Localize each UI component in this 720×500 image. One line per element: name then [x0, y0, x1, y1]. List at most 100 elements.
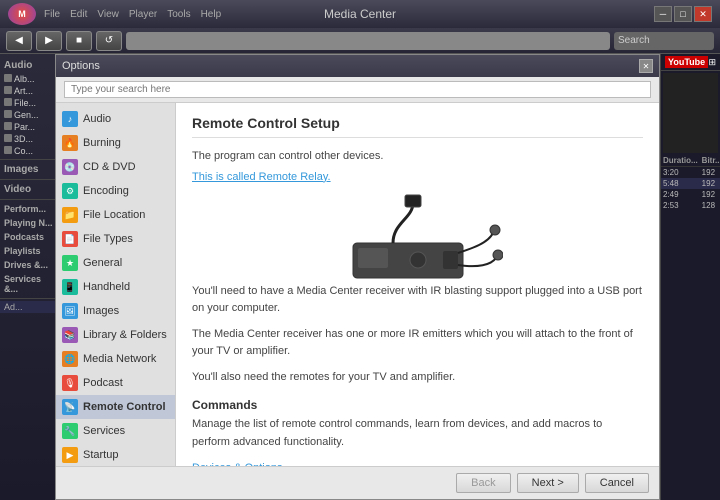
- sidebar-video-label: Video: [0, 182, 61, 197]
- thumbnail-area: [663, 73, 718, 153]
- sidebar-perform-label: Perform...: [0, 202, 61, 216]
- options-title: Options: [62, 60, 100, 72]
- nav-item-remote-control[interactable]: 📡 Remote Control: [56, 395, 175, 419]
- nav-item-file-types[interactable]: 📄 File Types: [56, 227, 175, 251]
- menu-player[interactable]: Player: [129, 9, 157, 20]
- options-content: Remote Control Setup The program can con…: [176, 103, 659, 466]
- window-title: Media Center: [324, 7, 396, 21]
- duration-table: Duratio... Bitr... 3:20 192 5:48 192 2:4…: [661, 155, 720, 211]
- back-nav-button[interactable]: ◀: [6, 31, 32, 51]
- sidebar-services-label: Services &...: [0, 272, 61, 296]
- options-body: ♪ Audio 🔥 Burning 💿 CD & DVD ⚙ Encoding …: [56, 103, 659, 466]
- content-para-2: The Media Center receiver has one or mor…: [192, 326, 643, 361]
- ir-device-svg: [333, 193, 503, 283]
- duration-2: 5:48: [661, 178, 700, 189]
- commands-desc: Manage the list of remote control comman…: [192, 416, 643, 451]
- forward-nav-button[interactable]: ▶: [36, 31, 62, 51]
- nav-item-file-location[interactable]: 📁 File Location: [56, 203, 175, 227]
- content-para-3: You'll also need the remotes for your TV…: [192, 369, 643, 387]
- sidebar-item-add[interactable]: Ad...: [0, 301, 61, 313]
- nav-item-general[interactable]: ★ General: [56, 251, 175, 275]
- bitrate-4: 128: [700, 200, 720, 211]
- sidebar-item-gen[interactable]: Gen...: [0, 109, 61, 121]
- sidebar-item-art[interactable]: Art...: [0, 85, 61, 97]
- maximize-button[interactable]: □: [674, 6, 692, 22]
- nav-item-images[interactable]: 🖼 Images: [56, 299, 175, 323]
- cd-icon: 💿: [62, 159, 78, 175]
- next-button[interactable]: Next >: [517, 473, 579, 493]
- options-nav: ♪ Audio 🔥 Burning 💿 CD & DVD ⚙ Encoding …: [56, 103, 176, 466]
- window-controls: ─ □ ✕: [654, 6, 712, 22]
- nav-item-podcast[interactable]: 🎙 Podcast: [56, 371, 175, 395]
- sidebar-audio-label: Audio: [0, 58, 61, 73]
- nav-item-services[interactable]: 🔧 Services: [56, 419, 175, 443]
- duration-4: 2:53: [661, 200, 700, 211]
- menu-tools[interactable]: Tools: [167, 9, 190, 20]
- options-close-button[interactable]: ✕: [639, 59, 653, 73]
- title-bar: M File Edit View Player Tools Help Media…: [0, 0, 720, 28]
- nav-item-burning[interactable]: 🔥 Burning: [56, 131, 175, 155]
- nav-item-cd-dvd[interactable]: 💿 CD & DVD: [56, 155, 175, 179]
- menu-edit[interactable]: Edit: [70, 9, 87, 20]
- menu-file[interactable]: File: [44, 9, 60, 20]
- commands-header: Commands: [192, 398, 643, 412]
- ir-device-image: [333, 193, 503, 273]
- refresh-nav-button[interactable]: ↺: [96, 31, 122, 51]
- sidebar-playing-label: Playing N...: [0, 216, 61, 230]
- relay-link[interactable]: This is called Remote Relay.: [192, 171, 331, 183]
- duration-1: 3:20: [661, 167, 700, 179]
- nav-item-handheld[interactable]: 📱 Handheld: [56, 275, 175, 299]
- options-search-input[interactable]: [64, 81, 651, 98]
- images-icon: 🖼: [62, 303, 78, 319]
- sidebar-item-alb[interactable]: Alb...: [0, 73, 61, 85]
- burn-icon: 🔥: [62, 135, 78, 151]
- nav-item-audio[interactable]: ♪ Audio: [56, 107, 175, 131]
- nav-item-library[interactable]: 📚 Library & Folders: [56, 323, 175, 347]
- sidebar-item-file[interactable]: File...: [0, 97, 61, 109]
- options-dialog: Options ✕ ♪ Audio 🔥 Burning 💿 CD & DVD: [55, 54, 660, 500]
- duration-col-header: Duratio...: [661, 155, 700, 167]
- menu-view[interactable]: View: [97, 9, 119, 20]
- minimize-button[interactable]: ─: [654, 6, 672, 22]
- right-panel: YouTube ⊞ Duratio... Bitr... 3:20 192 5:…: [660, 54, 720, 500]
- duration-row-4: 2:53 128: [661, 200, 720, 211]
- network-icon: 🌐: [62, 351, 78, 367]
- startup-icon: ▶: [62, 447, 78, 463]
- bitrate-1: 192: [700, 167, 720, 179]
- menu-help[interactable]: Help: [201, 9, 222, 20]
- bitrate-3: 192: [700, 189, 720, 200]
- stop-nav-button[interactable]: ■: [66, 31, 92, 51]
- search-bar[interactable]: Search: [614, 32, 714, 50]
- sidebar-drives-label: Drives &...: [0, 258, 61, 272]
- sidebar-item-3d[interactable]: 3D...: [0, 133, 61, 145]
- bitrate-2: 192: [700, 178, 720, 189]
- address-bar[interactable]: [126, 32, 610, 50]
- expand-icon[interactable]: ⊞: [708, 57, 716, 68]
- duration-row-1: 3:20 192: [661, 167, 720, 179]
- sidebar-item-co[interactable]: Co...: [0, 145, 61, 157]
- sidebar-divider-3: [0, 199, 61, 200]
- sidebar-divider-2: [0, 179, 61, 180]
- bitrate-col-header: Bitr...: [700, 155, 720, 167]
- ir-image-area: [192, 193, 643, 273]
- search-placeholder: Search: [618, 35, 650, 46]
- app-logo: M: [8, 3, 36, 25]
- content-title: Remote Control Setup: [192, 115, 643, 138]
- app-sidebar: Audio Alb... Art... File... Gen... Par..…: [0, 54, 62, 500]
- duration-3: 2:49: [661, 189, 700, 200]
- remote-icon: 📡: [62, 399, 78, 415]
- right-panel-header: YouTube ⊞: [661, 54, 720, 71]
- duration-row-2: 5:48 192: [661, 178, 720, 189]
- title-bar-left: M File Edit View Player Tools Help: [8, 3, 221, 25]
- back-button[interactable]: Back: [456, 473, 510, 493]
- cancel-button[interactable]: Cancel: [585, 473, 649, 493]
- sidebar-divider-4: [0, 298, 61, 299]
- nav-item-encoding[interactable]: ⚙ Encoding: [56, 179, 175, 203]
- nav-item-media-network[interactable]: 🌐 Media Network: [56, 347, 175, 371]
- library-icon: 📚: [62, 327, 78, 343]
- nav-item-startup[interactable]: ▶ Startup: [56, 443, 175, 466]
- close-button[interactable]: ✕: [694, 6, 712, 22]
- options-footer: Back Next > Cancel: [56, 466, 659, 499]
- audio-icon: ♪: [62, 111, 78, 127]
- sidebar-item-par[interactable]: Par...: [0, 121, 61, 133]
